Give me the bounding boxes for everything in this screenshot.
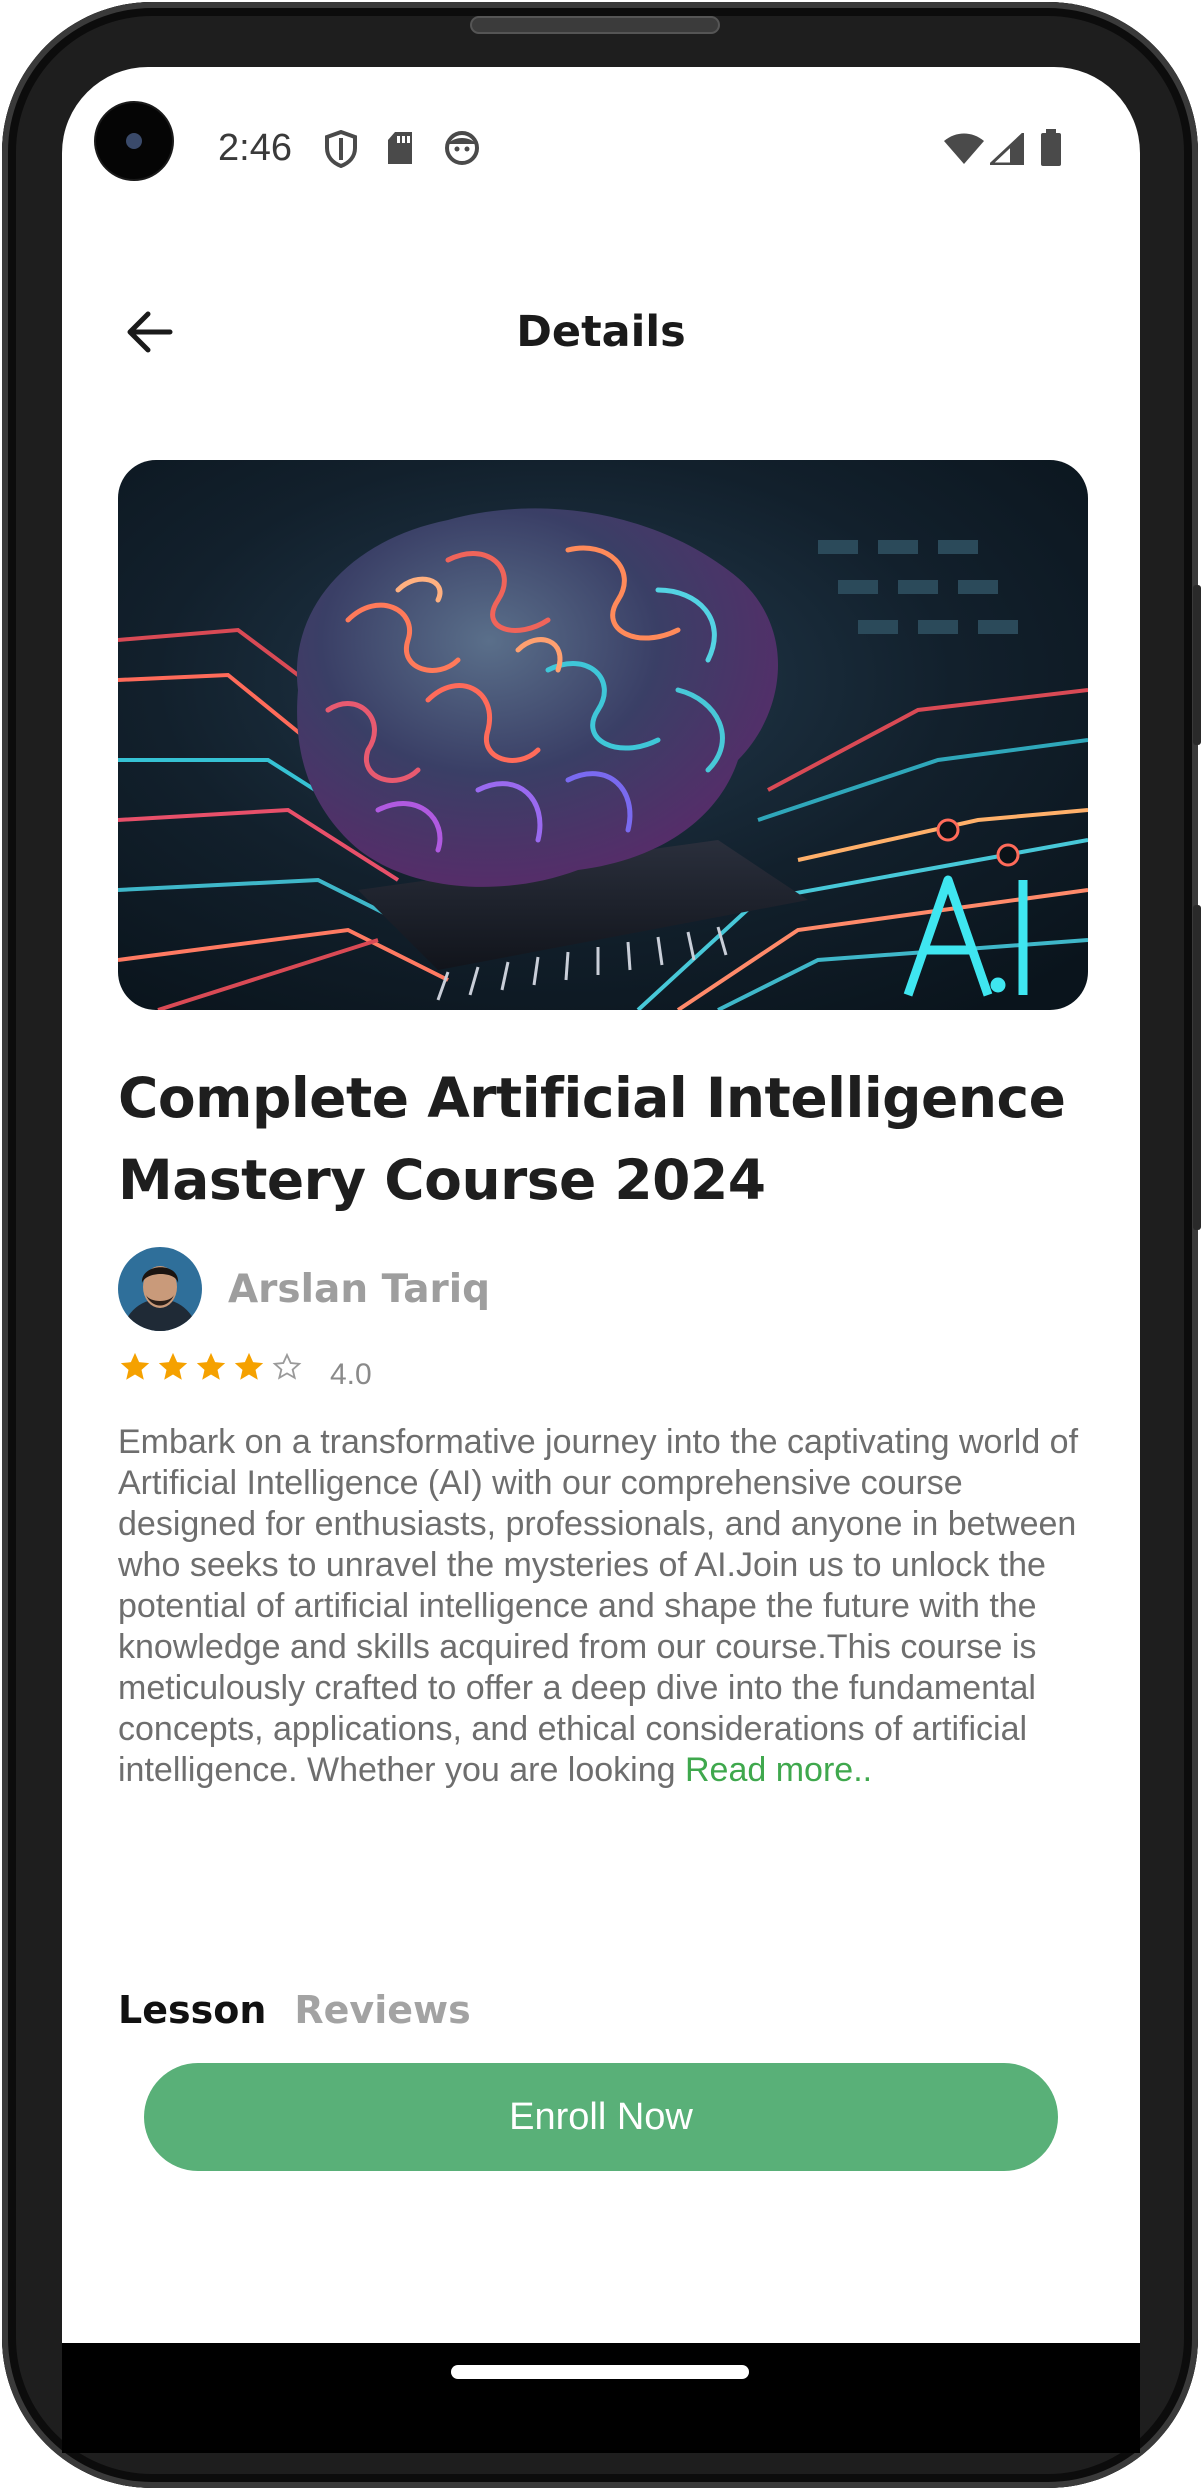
sd-card-icon (386, 130, 414, 166)
rating-value: 4.0 (330, 1358, 372, 1391)
shield-icon (324, 130, 358, 168)
read-more-link[interactable]: Read more.. (685, 1751, 872, 1789)
star-filled-icon (234, 1352, 264, 1380)
navigation-bar (62, 2343, 1140, 2453)
instructor-avatar[interactable] (118, 1247, 202, 1331)
star-empty-icon (272, 1352, 302, 1380)
course-title: Complete Artificial Intelligence Mastery… (118, 1066, 1066, 1212)
rating-stars (118, 1350, 304, 1384)
earpiece-speaker (470, 16, 720, 34)
tab-reviews[interactable]: Reviews (294, 1988, 470, 2032)
instructor-name[interactable]: Arslan Tariq (228, 1267, 490, 1312)
screen: 2:46 Details Complete Artificial Intelli… (62, 67, 1140, 2343)
front-camera (96, 103, 172, 179)
signal-icon (990, 133, 1024, 165)
wifi-icon (944, 133, 984, 165)
star-filled-icon (158, 1352, 188, 1380)
status-time: 2:46 (218, 127, 292, 169)
description-text: Embark on a transformative journey into … (118, 1423, 1079, 1789)
enroll-now-button[interactable]: Enroll Now (144, 2063, 1058, 2171)
course-description: Embark on a transformative journey into … (118, 1422, 1098, 1791)
tab-lesson[interactable]: Lesson (118, 1988, 266, 2032)
page-title: Details (516, 307, 686, 357)
power-button (1193, 905, 1201, 1230)
star-filled-icon (196, 1352, 226, 1380)
volume-button (1193, 585, 1201, 745)
star-filled-icon (120, 1352, 150, 1380)
course-hero-image (118, 460, 1088, 1010)
tab-bar: Lesson Reviews (118, 1988, 471, 2032)
home-gesture-handle[interactable] (451, 2365, 749, 2379)
battery-icon (1040, 129, 1062, 167)
face-icon (444, 130, 480, 166)
